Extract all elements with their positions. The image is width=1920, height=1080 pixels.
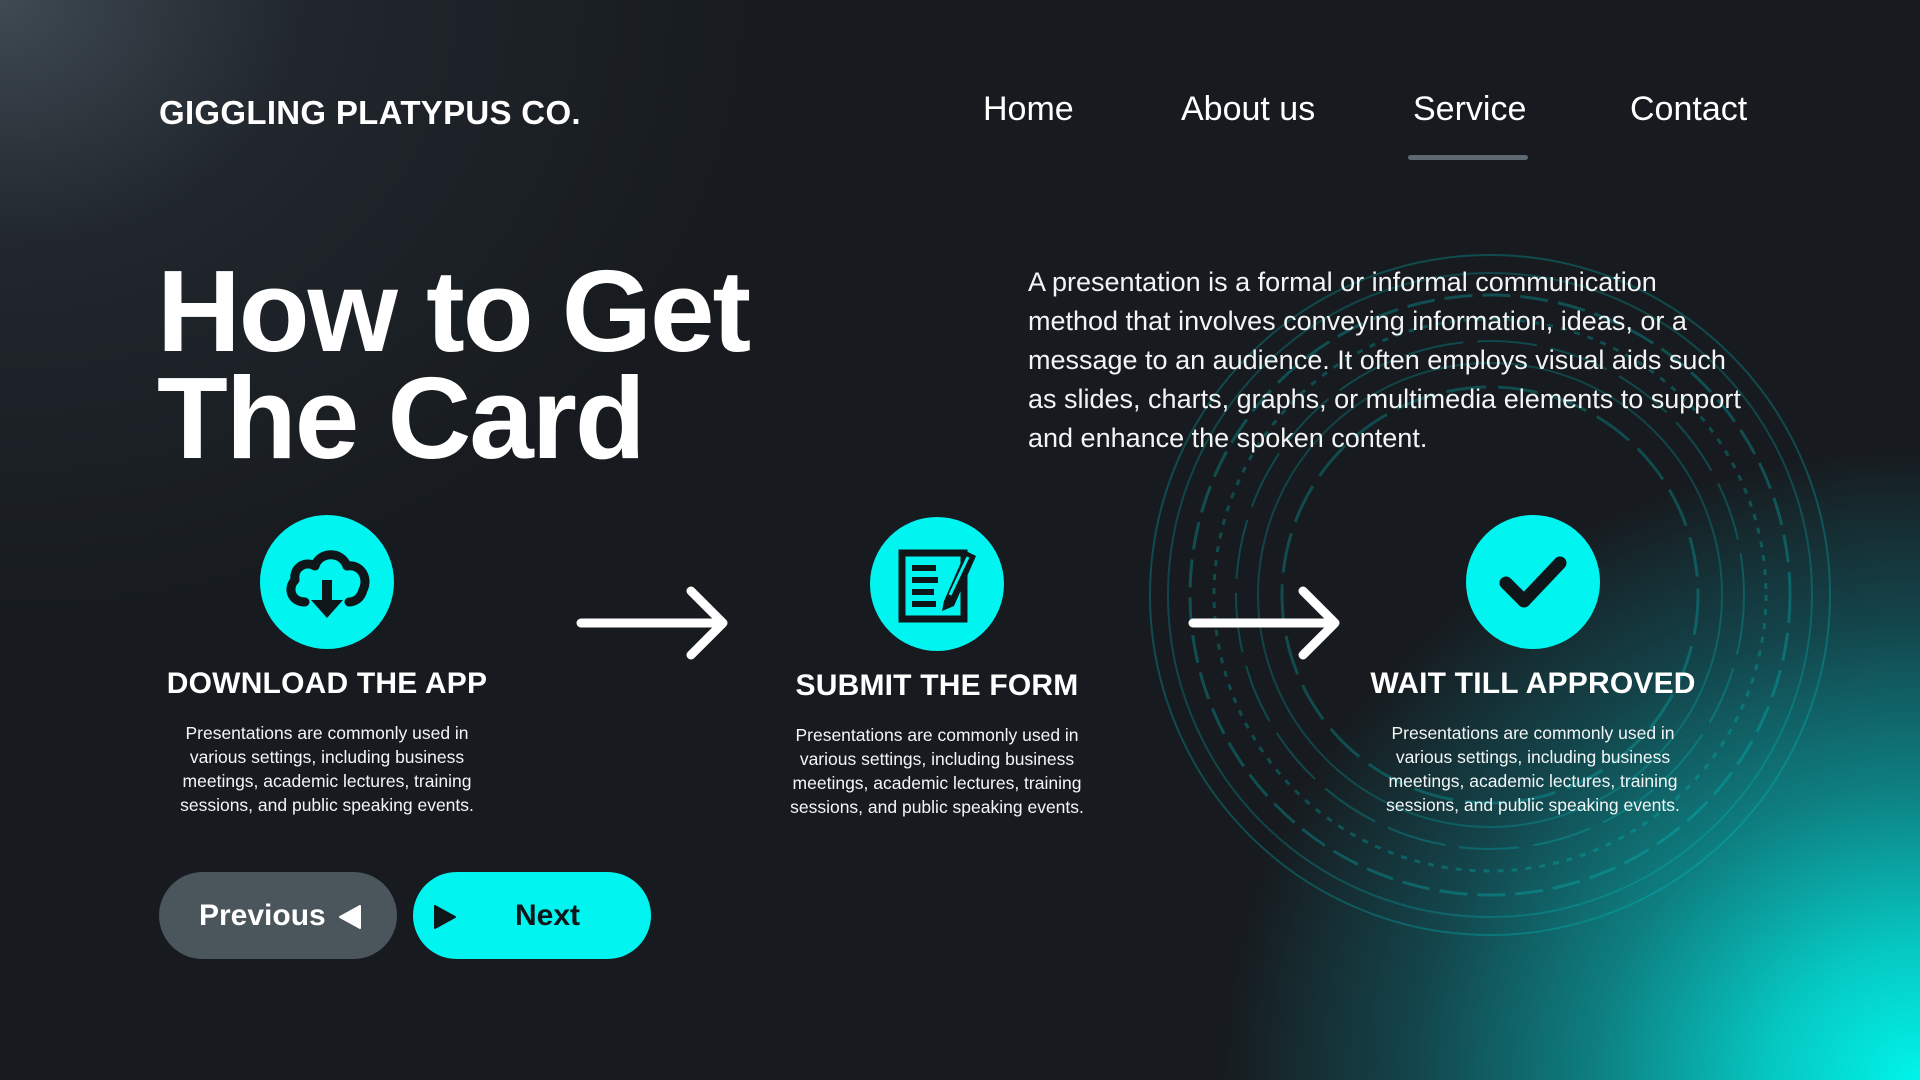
nav-active-indicator — [1408, 155, 1528, 160]
step-title: DOWNLOAD THE APP — [166, 667, 488, 700]
main-nav: Home About us Service Contact — [0, 90, 1920, 160]
step-description: Presentations are commonly used in vario… — [790, 725, 1084, 817]
step-submit-form: SUBMIT THE FORM Presentations are common… — [727, 517, 1147, 819]
step-wait-approval: WAIT TILL APPROVED Presentations are com… — [1323, 515, 1743, 817]
hero-title: How to Get The Card — [157, 246, 751, 483]
hero-description: A presentation is a formal or informal c… — [1028, 267, 1741, 453]
triangle-right-icon — [434, 905, 456, 929]
previous-button[interactable]: Previous — [159, 872, 397, 959]
step-description: Presentations are commonly used in vario… — [180, 723, 474, 815]
checkmark-icon — [1466, 515, 1600, 649]
arrow-right-icon — [576, 586, 728, 660]
triangle-left-icon — [339, 905, 361, 929]
form-edit-icon — [870, 517, 1004, 651]
next-button-label: Next — [515, 898, 581, 932]
cloud-download-icon — [260, 515, 394, 649]
nav-about-us[interactable]: About us — [1181, 90, 1315, 129]
step-description: Presentations are commonly used in vario… — [1386, 723, 1680, 815]
next-button[interactable]: Next — [413, 872, 651, 959]
step-download-app: DOWNLOAD THE APP Presentations are commo… — [117, 515, 537, 817]
nav-service[interactable]: Service — [1413, 90, 1526, 129]
step-title: WAIT TILL APPROVED — [1370, 667, 1696, 700]
nav-home[interactable]: Home — [983, 90, 1074, 129]
step-title: SUBMIT THE FORM — [795, 669, 1079, 702]
nav-contact[interactable]: Contact — [1630, 90, 1747, 129]
previous-button-label: Previous — [199, 898, 326, 932]
